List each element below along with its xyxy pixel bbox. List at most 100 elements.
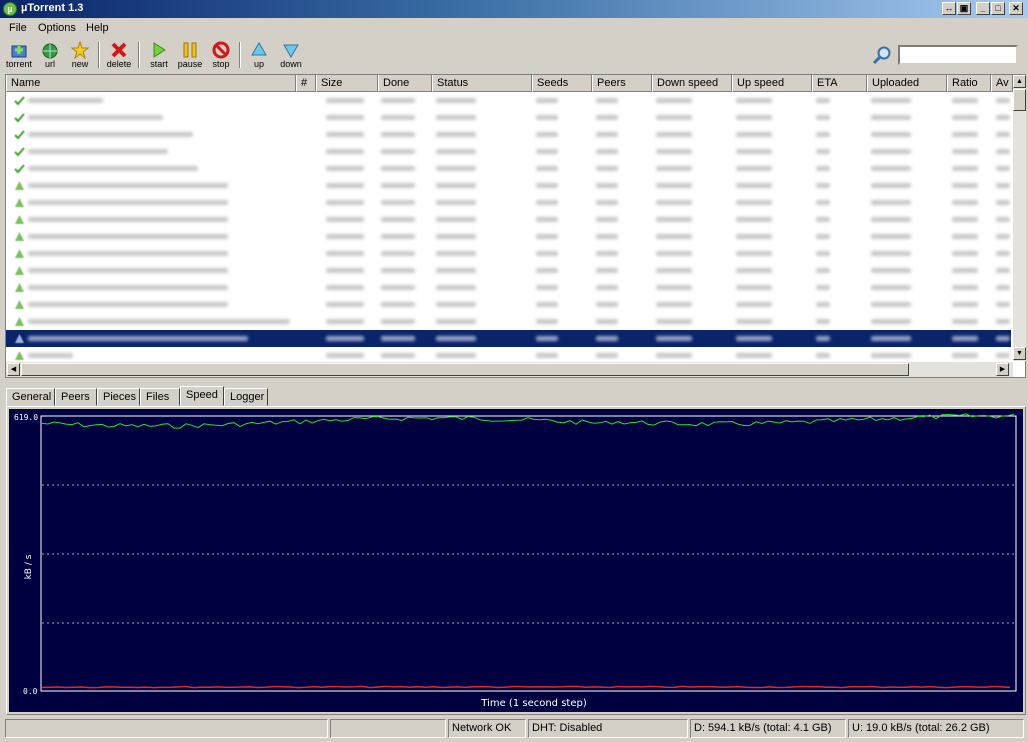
table-row[interactable] [6, 279, 1011, 296]
tab-general[interactable]: General [6, 388, 55, 406]
table-row[interactable] [6, 143, 1011, 160]
table-row[interactable] [6, 313, 1011, 330]
column-header-status[interactable]: Status [432, 75, 532, 92]
column-header-done[interactable]: Done [378, 75, 432, 92]
scroll-thumb[interactable] [21, 363, 909, 376]
blurred-cell [381, 183, 415, 188]
blurred-cell [381, 302, 415, 307]
check-icon [14, 96, 25, 106]
scroll-up-icon[interactable]: ▲ [1013, 75, 1026, 88]
scroll-right-icon[interactable]: ▶ [996, 363, 1009, 376]
arrow-down-icon [283, 44, 299, 58]
column-header-size[interactable]: Size [316, 75, 378, 92]
blurred-cell [996, 353, 1010, 358]
table-row[interactable] [6, 92, 1011, 109]
scroll-thumb[interactable] [1013, 89, 1026, 111]
seeding-arrow-icon [15, 198, 24, 207]
table-row[interactable] [6, 126, 1011, 143]
add-torrent-button[interactable]: torrent [2, 40, 36, 70]
blurred-cell [596, 183, 618, 188]
blurred-cell [436, 132, 476, 137]
y-axis-label: kB / s [24, 554, 34, 579]
start-button[interactable]: start [142, 40, 176, 70]
blurred-cell [536, 98, 558, 103]
blurred-cell [871, 319, 911, 324]
blurred-cell [871, 166, 911, 171]
utorrent-logo-icon: µ [3, 2, 17, 16]
menu-help[interactable]: Help [86, 22, 109, 34]
column-header-down-speed[interactable]: Down speed [652, 75, 732, 92]
speed-graph: 619.0 0.0 kB / s Time (1 second step) [9, 409, 1023, 712]
column-header-[interactable]: # [296, 75, 316, 92]
blurred-cell [996, 336, 1010, 341]
blurred-cell [871, 132, 911, 137]
blurred-cell [381, 200, 415, 205]
scroll-left-icon[interactable]: ◀ [7, 363, 20, 376]
maximize-button[interactable]: □ [991, 2, 1005, 15]
tab-speed[interactable]: Speed [180, 386, 224, 406]
tab-pieces[interactable]: Pieces [97, 388, 140, 406]
pause-button[interactable]: pause [173, 40, 207, 70]
table-row[interactable] [6, 245, 1011, 262]
table-row[interactable] [6, 160, 1011, 177]
blurred-cell [381, 217, 415, 222]
column-header-uploaded[interactable]: Uploaded [867, 75, 947, 92]
table-row[interactable] [6, 347, 1011, 361]
blurred-cell [436, 98, 476, 103]
menu-options[interactable]: Options [38, 22, 76, 34]
move-down-button[interactable]: down [274, 40, 308, 70]
blurred-cell [596, 217, 618, 222]
horizontal-scrollbar[interactable]: ◀ ▶ [6, 362, 1013, 377]
vertical-scrollbar[interactable]: ▲ ▼ [1013, 75, 1026, 361]
blurred-cell [656, 285, 692, 290]
close-button[interactable]: ✕ [1009, 2, 1023, 15]
column-header-up-speed[interactable]: Up speed [732, 75, 812, 92]
column-header-ratio[interactable]: Ratio [947, 75, 991, 92]
seeding-arrow-icon [15, 334, 24, 343]
blurred-cell [736, 200, 772, 205]
blurred-cell [656, 251, 692, 256]
status-pane-empty [5, 719, 328, 738]
table-row[interactable] [6, 194, 1011, 211]
column-header-eta[interactable]: ETA [812, 75, 867, 92]
table-row[interactable] [6, 296, 1011, 313]
blurred-cell [736, 115, 772, 120]
blurred-cell [28, 166, 198, 171]
delete-button[interactable]: delete [102, 40, 136, 70]
menu-file[interactable]: File [9, 22, 27, 34]
tab-files[interactable]: Files [140, 388, 180, 406]
tab-logger[interactable]: Logger [224, 388, 268, 406]
table-row[interactable] [6, 228, 1011, 245]
create-new-button[interactable]: new [63, 40, 97, 70]
scroll-down-icon[interactable]: ▼ [1013, 347, 1026, 360]
blurred-cell [536, 217, 558, 222]
blurred-cell [736, 268, 772, 273]
column-header-peers[interactable]: Peers [592, 75, 652, 92]
table-row[interactable] [6, 330, 1011, 347]
dht-status: DHT: Disabled [528, 719, 688, 738]
blurred-cell [952, 336, 978, 341]
restore-tray-icon[interactable]: ▣ [957, 2, 971, 15]
resize-icon[interactable]: ↔ [942, 2, 956, 15]
add-url-button[interactable]: url [33, 40, 67, 70]
blurred-cell [996, 302, 1010, 307]
search-input[interactable] [898, 45, 1018, 65]
minimize-button[interactable]: _ [976, 2, 990, 15]
table-row[interactable] [6, 109, 1011, 126]
blurred-cell [381, 132, 415, 137]
table-row[interactable] [6, 211, 1011, 228]
search-icon[interactable] [872, 45, 892, 65]
blurred-cell [436, 166, 476, 171]
column-header-av[interactable]: Av [991, 75, 1013, 92]
move-up-button[interactable]: up [242, 40, 276, 70]
blurred-cell [952, 98, 978, 103]
blurred-cell [871, 353, 911, 358]
tab-peers[interactable]: Peers [55, 388, 97, 406]
column-header-seeds[interactable]: Seeds [532, 75, 592, 92]
table-row[interactable] [6, 177, 1011, 194]
table-row[interactable] [6, 262, 1011, 279]
stop-button[interactable]: stop [204, 40, 238, 70]
blurred-cell [996, 217, 1010, 222]
column-header-name[interactable]: Name [6, 75, 296, 92]
blurred-cell [536, 251, 558, 256]
